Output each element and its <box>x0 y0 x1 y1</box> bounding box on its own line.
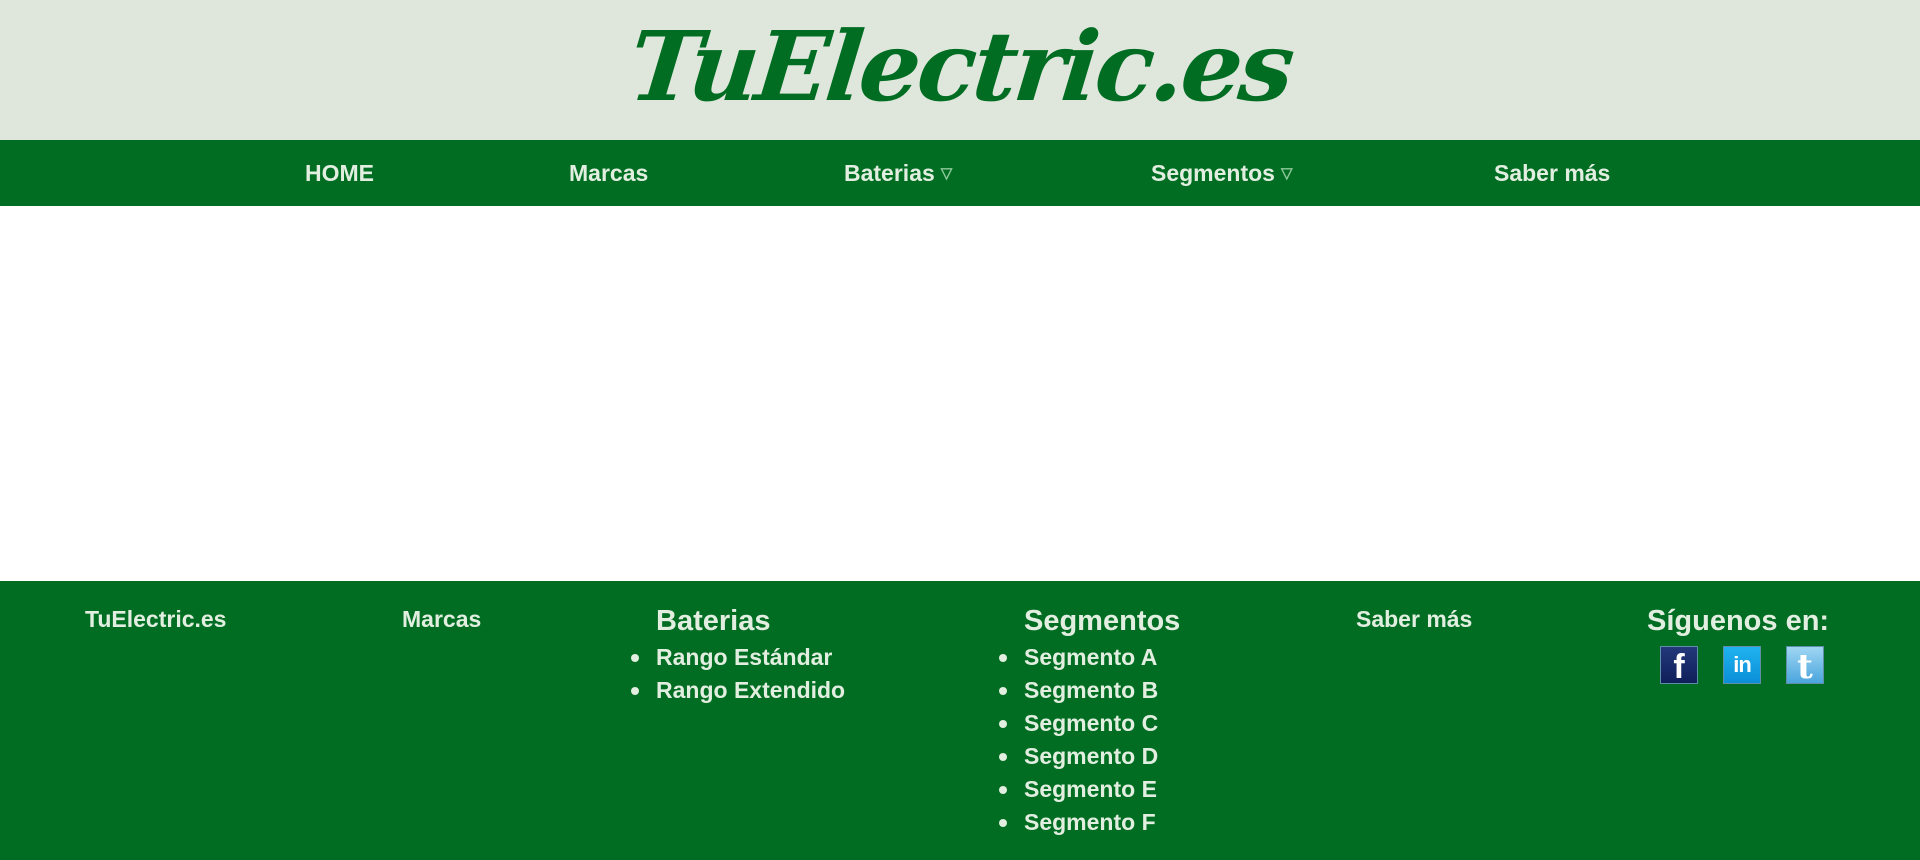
linkedin-icon[interactable]: in <box>1723 646 1761 684</box>
list-item-label: Segmento A <box>1024 644 1158 670</box>
nav-item-saber-mas[interactable]: Saber más <box>1494 140 1610 206</box>
twitter-icon[interactable]: t <box>1786 646 1824 687</box>
footer-segmentos-list: Segmento A Segmento B Segmento C Segment… <box>998 641 1180 839</box>
dropdown-caret-icon: ▽ <box>1280 164 1293 182</box>
list-item-label: Rango Extendido <box>656 677 846 703</box>
main-content <box>0 206 1920 581</box>
social-links: f in t <box>1647 646 1829 687</box>
footer-link-segmento-a[interactable]: Segmento A <box>998 641 1180 674</box>
site-logo[interactable]: TuElectric.es <box>624 10 1297 123</box>
nav-item-label: Baterias <box>844 160 935 186</box>
footer-link-rango-extendido[interactable]: Rango Extendido <box>630 674 846 707</box>
footer-link-segmento-c[interactable]: Segmento C <box>998 707 1180 740</box>
list-item-label: Segmento F <box>1024 809 1156 835</box>
nav-item-home[interactable]: HOME <box>305 140 374 206</box>
nav-item-label: Marcas <box>569 160 649 186</box>
dropdown-caret-icon: ▽ <box>940 164 953 182</box>
footer-col-baterias: Baterias Rango Estándar Rango Extendido <box>630 581 846 707</box>
main-nav: HOME Marcas Baterias ▽ Segmentos ▽ Saber m… <box>0 140 1920 206</box>
footer-link-segmento-b[interactable]: Segmento B <box>998 674 1180 707</box>
footer-link-segmento-e[interactable]: Segmento E <box>998 773 1180 806</box>
site-footer: TuElectric.es Marcas Baterias Rango Está… <box>0 581 1920 860</box>
footer-link-segmento-f[interactable]: Segmento F <box>998 806 1180 839</box>
list-item-label: Segmento E <box>1024 776 1157 802</box>
footer-baterias-list: Rango Estándar Rango Extendido <box>630 641 846 707</box>
nav-item-marcas[interactable]: Marcas <box>569 140 648 206</box>
nav-item-label: HOME <box>305 160 374 186</box>
list-item-label: Segmento B <box>1024 677 1159 703</box>
site-header: TuElectric.es <box>0 0 1920 140</box>
footer-col-saber-mas: Saber más <box>1356 581 1472 633</box>
footer-col-segmentos: Segmentos Segmento A Segmento B Segmento… <box>998 581 1180 839</box>
footer-brand-link[interactable]: TuElectric.es <box>85 581 226 633</box>
footer-link-rango-estandar[interactable]: Rango Estándar <box>630 641 845 674</box>
footer-marcas-link[interactable]: Marcas <box>402 581 481 633</box>
footer-col-social: Síguenos en: f in t <box>1647 581 1830 687</box>
nav-item-segmentos[interactable]: Segmentos ▽ <box>1151 140 1293 206</box>
footer-segmentos-title[interactable]: Segmentos <box>1024 581 1180 638</box>
nav-item-baterias[interactable]: Baterias ▽ <box>844 140 952 206</box>
footer-col-marcas: Marcas <box>402 581 481 633</box>
footer-social-title: Síguenos en: <box>1647 605 1830 637</box>
nav-item-label: Segmentos <box>1151 160 1275 186</box>
nav-item-label: Saber más <box>1494 160 1611 186</box>
list-item-label: Segmento D <box>1024 743 1159 769</box>
footer-baterias-title[interactable]: Baterias <box>656 581 845 638</box>
footer-saber-mas-link[interactable]: Saber más <box>1356 581 1472 633</box>
facebook-icon[interactable]: f <box>1660 646 1698 686</box>
list-item-label: Rango Estándar <box>656 644 833 670</box>
list-item-label: Segmento C <box>1024 710 1159 736</box>
footer-link-segmento-d[interactable]: Segmento D <box>998 740 1180 773</box>
footer-col-brand: TuElectric.es <box>85 581 226 633</box>
